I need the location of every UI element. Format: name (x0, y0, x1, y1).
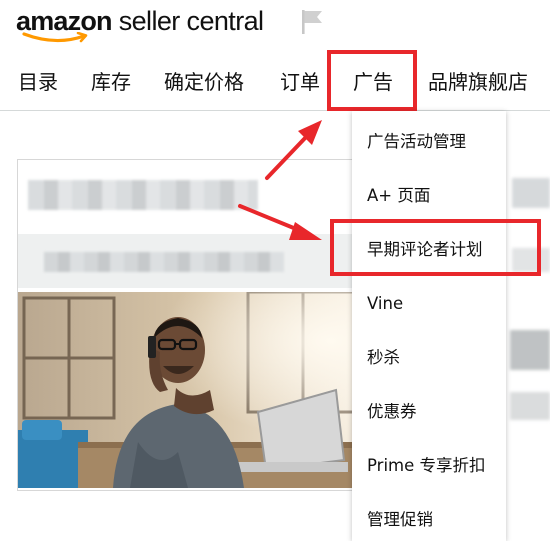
menu-item-coupons[interactable]: 优惠券 (367, 400, 417, 424)
advertising-dropdown-menu: 广告活动管理 A+ 页面 早期评论者计划 Vine 秒杀 优惠券 Prime 专… (352, 111, 506, 541)
card-photo (18, 292, 358, 488)
blurred-right-block-4 (510, 392, 550, 420)
amazon-smile-icon (22, 32, 88, 43)
logo-seller-central-text: seller central (118, 6, 264, 36)
menu-item-campaign-manager[interactable]: 广告活动管理 (367, 130, 466, 154)
flag-icon[interactable] (298, 6, 328, 36)
blurred-right-block-1 (512, 178, 550, 208)
menu-item-prime-exclusive-discounts[interactable]: Prime 专享折扣 (367, 454, 486, 478)
menu-item-vine[interactable]: Vine (367, 292, 403, 316)
menu-item-a-plus-content[interactable]: A+ 页面 (367, 184, 430, 208)
blurred-card-subtitle (44, 252, 284, 272)
blurred-right-block-3 (510, 330, 550, 370)
blurred-card-title (28, 180, 258, 210)
nav-item-pricing[interactable]: 确定价格 (164, 68, 244, 96)
top-navigation: 目录 库存 确定价格 订单 广告 品牌旗舰店 (0, 60, 550, 108)
amazon-seller-central-logo[interactable]: amazon seller central (16, 2, 264, 43)
nav-item-orders[interactable]: 订单 (280, 68, 320, 96)
menu-item-lightning-deals[interactable]: 秒杀 (367, 346, 400, 370)
nav-item-catalog[interactable]: 目录 (18, 68, 58, 96)
nav-item-brand-store[interactable]: 品牌旗舰店 (428, 68, 528, 96)
advertising-highlight-box (327, 50, 417, 111)
early-reviewer-highlight-box (330, 219, 541, 276)
menu-item-manage-promotions[interactable]: 管理促销 (367, 508, 433, 532)
nav-item-inventory[interactable]: 库存 (91, 68, 131, 96)
